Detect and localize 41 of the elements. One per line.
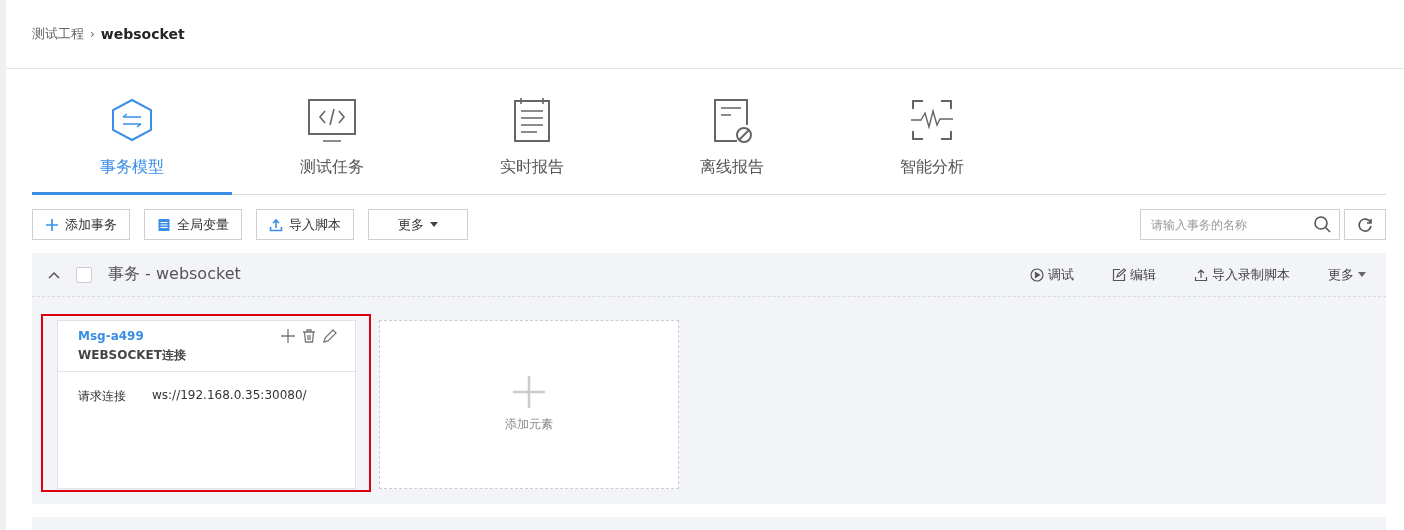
transaction-title: 事务 - websocket — [108, 264, 241, 285]
toolbar-button[interactable]: 全局变量 — [144, 209, 242, 240]
edit-icon — [1112, 267, 1126, 282]
nav-tab[interactable]: 测试任务 — [232, 97, 432, 195]
breadcrumb-current: websocket — [100, 26, 185, 42]
field-label: 请求连接 — [78, 388, 126, 405]
element-type: WEBSOCKET连接 — [78, 347, 186, 364]
upload-icon — [1194, 267, 1208, 282]
add-element-label: 添加元素 — [505, 416, 553, 433]
action-link[interactable]: 导入录制脚本 — [1190, 265, 1294, 284]
upload-icon — [269, 217, 283, 232]
pencil-icon[interactable] — [323, 329, 337, 343]
toolbar-button[interactable]: 导入脚本 — [256, 209, 354, 240]
collapse-icon[interactable] — [48, 270, 60, 279]
plus-icon — [45, 217, 59, 232]
list-icon — [157, 217, 171, 232]
search-icon[interactable] — [1313, 215, 1331, 233]
nav-tab[interactable]: 智能分析 — [832, 97, 1032, 195]
nav-tab[interactable]: 离线报告 — [632, 97, 832, 195]
caret-icon — [430, 222, 438, 227]
checkbox[interactable] — [76, 266, 92, 283]
action-link[interactable]: 更多 — [1324, 265, 1370, 284]
toolbar-button[interactable]: 添加事务 — [32, 209, 130, 240]
caret-icon — [1358, 272, 1366, 277]
more-dropdown-button[interactable]: 更多 — [368, 209, 468, 240]
monitor-code-icon — [307, 97, 357, 143]
search-field[interactable]: 请输入事务的名称 — [1140, 209, 1340, 240]
nav-tab[interactable]: 实时报告 — [432, 97, 632, 195]
refresh-button[interactable] — [1344, 209, 1386, 240]
action-link[interactable]: 调试 — [1026, 265, 1078, 284]
breadcrumb-separator: › — [90, 27, 95, 41]
nav-tab[interactable]: 事务模型 — [32, 97, 232, 195]
field-value: ws://192.168.0.35:30080/ — [152, 388, 307, 404]
plus-icon[interactable] — [281, 329, 295, 343]
play-icon — [1030, 267, 1044, 282]
breadcrumb-link[interactable]: 测试工程 — [32, 25, 84, 43]
plus-icon — [513, 376, 545, 408]
add-element-card[interactable]: 添加元素 — [379, 320, 679, 489]
refresh-icon — [1357, 216, 1373, 233]
trash-icon[interactable] — [302, 329, 316, 343]
action-link[interactable]: 编辑 — [1108, 265, 1160, 284]
